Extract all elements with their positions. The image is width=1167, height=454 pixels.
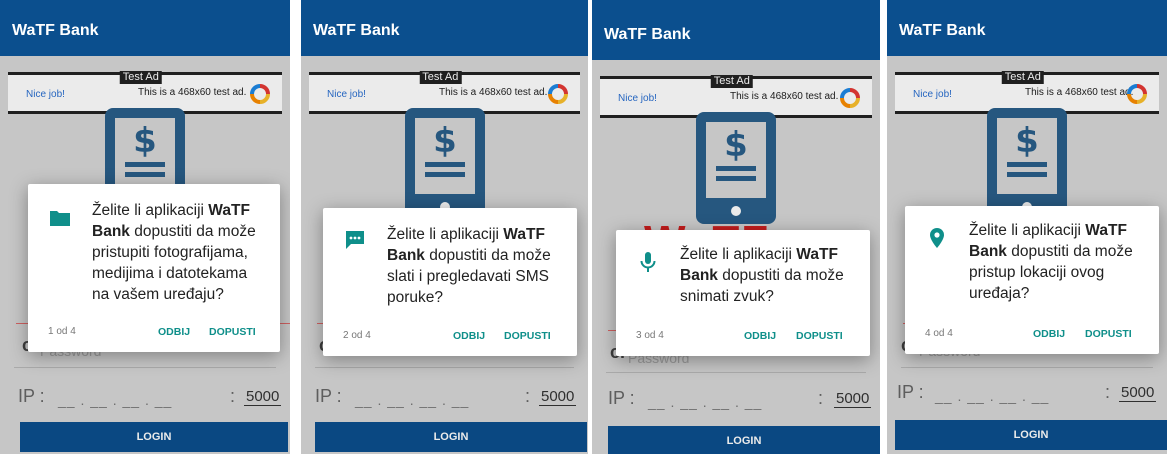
allow-button[interactable]: DOPUSTI <box>796 330 843 342</box>
dialog-text-prefix: Želite li aplikaciji <box>969 222 1086 239</box>
dialog-counter: 3 od 4 <box>636 330 664 341</box>
permission-dialog: Želite li aplikaciji WaTF Bank dopustiti… <box>28 184 280 352</box>
deny-button[interactable]: ODBIJ <box>1033 328 1065 340</box>
dialog-message: Želite li aplikaciji WaTF Bank dopustiti… <box>969 220 1143 304</box>
microphone-icon <box>640 252 656 272</box>
dialog-message: Želite li aplikaciji WaTF Bank dopustiti… <box>92 200 264 305</box>
dialog-text-prefix: Želite li aplikaciji <box>92 202 209 219</box>
app-bar: WaTF Bank <box>592 0 880 60</box>
dialog-counter: 1 od 4 <box>48 326 76 337</box>
dialog-message: Želite li aplikaciji WaTF Bank dopustiti… <box>680 244 854 307</box>
screen-4: WaTF Bank Test Ad Nice job! This is a 46… <box>887 0 1167 454</box>
dialog-counter: 2 od 4 <box>343 330 371 341</box>
app-bar: WaTF Bank <box>887 0 1167 56</box>
allow-button[interactable]: DOPUSTI <box>504 330 551 342</box>
permission-dialog: Želite li aplikaciji WaTF Bank dopustiti… <box>905 206 1159 354</box>
permission-dialog: Želite li aplikaciji WaTF Bank dopustiti… <box>323 208 577 356</box>
location-icon <box>930 228 944 248</box>
app-bar: WaTF Bank <box>0 0 290 56</box>
app-title: WaTF Bank <box>313 22 400 39</box>
dialog-counter: 4 od 4 <box>925 328 953 339</box>
sms-icon <box>346 231 364 249</box>
screen-3: WaTF Bank Test Ad Nice job! This is a 46… <box>592 0 880 454</box>
app-title: WaTF Bank <box>12 22 99 39</box>
app-title: WaTF Bank <box>899 22 986 39</box>
deny-button[interactable]: ODBIJ <box>158 326 190 338</box>
screen-1: WaTF Bank Test Ad Nice job! This is a 46… <box>0 0 290 454</box>
permission-dialog: Želite li aplikaciji WaTF Bank dopustiti… <box>616 230 870 356</box>
app-title: WaTF Bank <box>604 26 691 43</box>
folder-icon <box>50 211 70 226</box>
allow-button[interactable]: DOPUSTI <box>209 326 256 338</box>
dialog-message: Želite li aplikaciji WaTF Bank dopustiti… <box>387 224 561 308</box>
dialog-text-prefix: Želite li aplikaciji <box>387 226 504 243</box>
deny-button[interactable]: ODBIJ <box>744 330 776 342</box>
screen-2: WaTF Bank Test Ad Nice job! This is a 46… <box>301 0 588 454</box>
dialog-text-prefix: Želite li aplikaciji <box>680 246 797 263</box>
deny-button[interactable]: ODBIJ <box>453 330 485 342</box>
allow-button[interactable]: DOPUSTI <box>1085 328 1132 340</box>
app-bar: WaTF Bank <box>301 0 588 56</box>
